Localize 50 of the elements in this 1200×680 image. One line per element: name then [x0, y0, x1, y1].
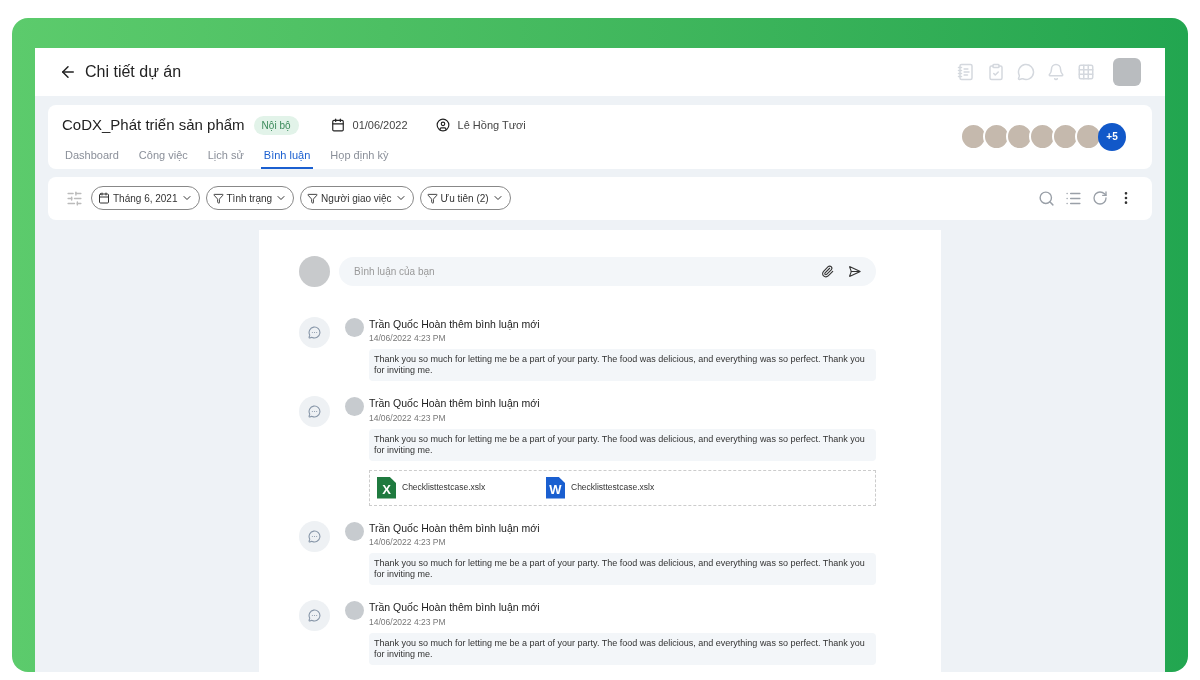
- author-avatar: [345, 397, 364, 416]
- bell-icon[interactable]: [1047, 63, 1065, 81]
- project-name: CoDX_Phát triển sản phẩm: [62, 114, 245, 135]
- user-avatar: [299, 255, 330, 287]
- comment-text: Thank you so much for letting me be a part of your party. The food was delicious, and everything was so perfect. Thank you for inviting me.: [369, 632, 876, 665]
- sliders-icon[interactable]: [66, 189, 83, 207]
- comment-text: Thank you so much for letting me be a part of your party. The food was delicious, and everything was so perfect. Thank you for inviting me.: [369, 553, 876, 585]
- file-icon: W: [546, 476, 565, 499]
- comment-time: 14/06/2022 4:23 PM: [369, 536, 447, 549]
- clipboard-check-icon[interactable]: [987, 63, 1005, 81]
- comment-heading: Trần Quốc Hoàn thêm bình luận mới: [369, 520, 540, 536]
- refresh-icon[interactable]: [1092, 190, 1108, 206]
- filter-icon: [426, 192, 438, 204]
- project-owner: Lê Hồng Tươi: [457, 117, 526, 133]
- file-icon: X: [377, 476, 396, 499]
- comment-heading: Trần Quốc Hoàn thêm bình luận mới: [369, 316, 540, 332]
- send-icon[interactable]: [848, 264, 861, 278]
- author-avatar: [345, 317, 364, 337]
- tab[interactable]: Công việc: [135, 147, 191, 169]
- author-avatar: [345, 601, 364, 620]
- calendar-icon: [330, 118, 345, 132]
- visibility-tag: Nội bộ: [253, 115, 299, 135]
- comment-text: Thank you so much for letting me be a part of your party. The food was delicious, and everything was so perfect. Thank you for inviting me.: [369, 428, 876, 461]
- notes-icon[interactable]: [957, 63, 975, 81]
- filter-icon: [212, 192, 224, 204]
- author-avatar: [345, 521, 364, 541]
- comment-heading: Trần Quốc Hoàn thêm bình luận mới: [369, 600, 540, 615]
- comment-text: Thank you so much for letting me be a part of your party. The food was delicious, and everything was so perfect. Thank you for inviting me.: [369, 349, 876, 381]
- tab[interactable]: Bình luận: [260, 147, 314, 169]
- attach-icon[interactable]: [821, 264, 834, 278]
- comment-time: 14/06/2022 4:23 PM: [369, 615, 447, 629]
- calendar-icon: [98, 192, 110, 204]
- comment-heading: Trần Quốc Hoàn thêm bình luận mới: [369, 396, 540, 411]
- user-icon: [435, 118, 450, 132]
- chat-icon[interactable]: [1017, 63, 1035, 81]
- page-title: Chi tiết dự án: [85, 62, 182, 82]
- search-icon[interactable]: [1038, 189, 1055, 207]
- more-members-badge[interactable]: +5: [1098, 122, 1126, 151]
- attachment-link[interactable]: Checklisttestcase.xslx: [571, 481, 655, 494]
- user-avatar[interactable]: [1113, 58, 1141, 86]
- comment-time: 14/06/2022 4:23 PM: [369, 332, 447, 345]
- tab[interactable]: Lịch sử: [204, 147, 247, 169]
- comment-time: 14/06/2022 4:23 PM: [369, 411, 447, 425]
- apps-grid-icon[interactable]: [1077, 63, 1095, 81]
- project-date: 01/06/2022: [352, 117, 408, 133]
- comment-field[interactable]: Bình luận của bạn: [339, 256, 876, 286]
- back-icon[interactable]: [59, 63, 77, 81]
- comment-input[interactable]: Bình luận của bạn: [354, 263, 821, 279]
- filter-icon: [307, 192, 319, 204]
- attachment-link[interactable]: Checklisttestcase.xslx: [402, 481, 486, 494]
